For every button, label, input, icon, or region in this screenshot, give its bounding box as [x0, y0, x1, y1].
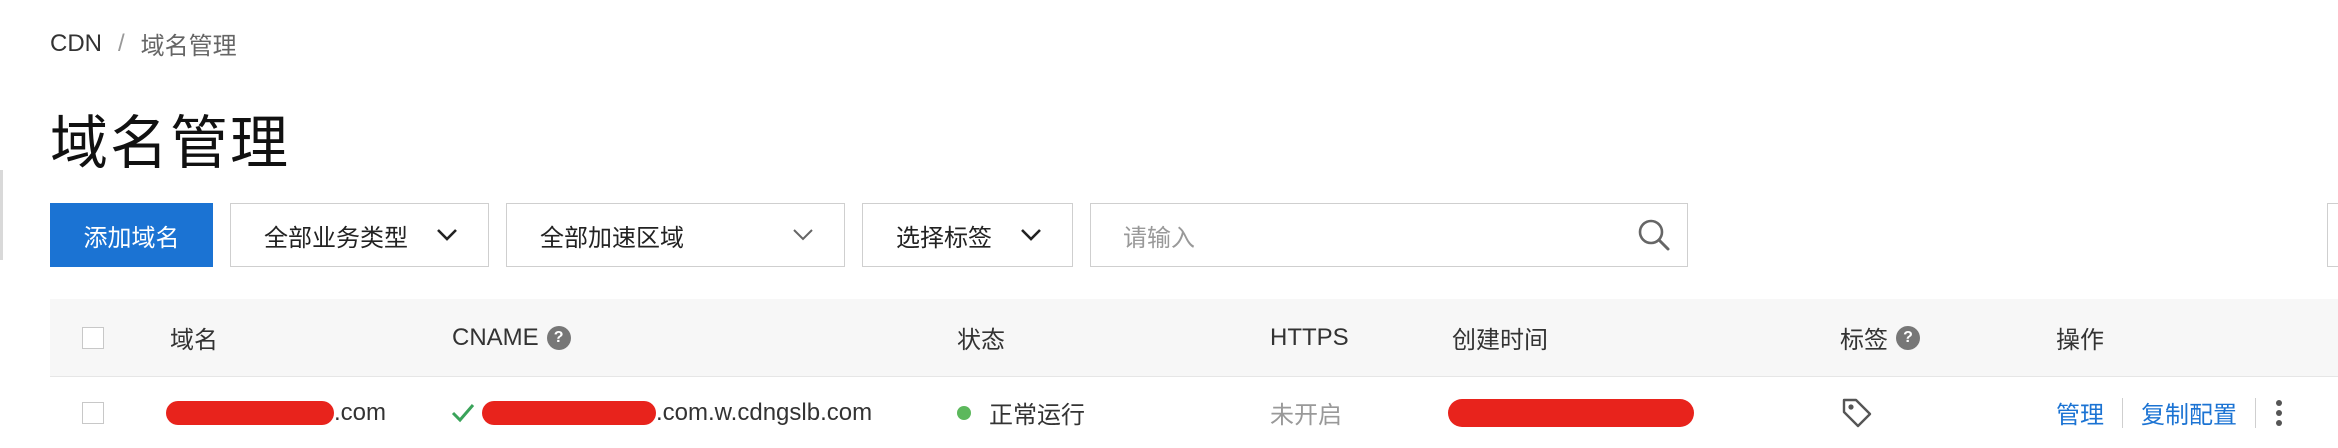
status-text: 正常运行 — [989, 402, 1085, 429]
toolbar: 添加域名 全部业务类型 全部加速区域 选择标签 请输入 — [50, 203, 1688, 267]
manage-link[interactable]: 管理 — [2056, 395, 2104, 430]
chevron-down-icon — [437, 229, 457, 241]
help-icon[interactable]: ? — [1896, 325, 1920, 350]
cname-suffix: .com.w.cdngslb.com — [656, 398, 873, 426]
search-placeholder: 请输入 — [1123, 224, 1195, 252]
status-dot — [957, 405, 971, 420]
created-time-cell — [1448, 377, 1694, 448]
column-cname-label: CNAME — [452, 323, 539, 351]
select-all-checkbox-cell — [82, 299, 104, 376]
business-type-select-value: 全部业务类型 — [264, 224, 408, 252]
row-checkbox-cell — [82, 377, 104, 448]
check-icon — [451, 403, 475, 422]
actions-cell: 管理 复制配置 — [2056, 377, 2284, 448]
column-created-time: 创建时间 — [1452, 327, 1548, 354]
more-vertical-icon[interactable] — [2274, 398, 2284, 428]
redacted-cname — [482, 400, 656, 425]
copy-config-link[interactable]: 复制配置 — [2141, 395, 2237, 430]
https-status: 未开启 — [1270, 402, 1342, 429]
breadcrumb-current: 域名管理 — [140, 33, 237, 60]
tag-select[interactable]: 选择标签 — [862, 203, 1073, 267]
select-all-checkbox[interactable] — [82, 326, 104, 349]
table-header: 域名 CNAME ? 状态 HTTPS 创建时间 标签 ? 操作 — [50, 299, 2338, 377]
column-cname: CNAME ? — [452, 299, 571, 376]
tag-icon[interactable] — [1840, 396, 1874, 430]
add-domain-button[interactable]: 添加域名 — [50, 203, 213, 267]
chevron-down-icon — [793, 229, 813, 241]
column-tags-label: 标签 — [1840, 327, 1888, 354]
redacted-created-time — [1448, 398, 1694, 427]
column-status: 状态 — [957, 327, 1005, 354]
breadcrumb-root[interactable]: CDN — [50, 30, 102, 58]
column-tags: 标签 ? — [1840, 299, 1920, 376]
toolbar-overflow-control[interactable] — [2327, 203, 2338, 267]
action-divider — [2255, 397, 2256, 428]
search-input[interactable]: 请输入 — [1090, 203, 1688, 267]
region-select-value: 全部加速区域 — [540, 224, 684, 252]
redacted-domain — [166, 400, 334, 425]
page-title: 域名管理 — [50, 111, 291, 176]
status-cell: 正常运行 — [957, 377, 1085, 448]
domain-suffix[interactable]: .com — [334, 399, 386, 427]
help-icon[interactable]: ? — [546, 325, 571, 350]
search-icon[interactable] — [1637, 218, 1671, 252]
left-edge-divider — [0, 170, 3, 260]
row-checkbox[interactable] — [82, 401, 104, 424]
column-actions: 操作 — [2056, 327, 2104, 354]
column-domain: 域名 — [170, 327, 218, 354]
domain-cell: .com — [166, 377, 386, 448]
chevron-down-icon — [1021, 229, 1041, 241]
breadcrumb: CDN / 域名管理 — [50, 26, 237, 61]
table-row: .com .com.w.cdngslb.com 正常运行 未开启 管理 复制配置 — [50, 377, 2338, 448]
tags-cell — [1840, 377, 1874, 448]
tag-select-value: 选择标签 — [896, 224, 992, 252]
action-divider — [2122, 397, 2123, 428]
breadcrumb-separator: / — [118, 29, 125, 57]
region-select[interactable]: 全部加速区域 — [506, 203, 845, 267]
cname-cell: .com.w.cdngslb.com — [450, 377, 872, 448]
column-https: HTTPS — [1270, 323, 1349, 351]
business-type-select[interactable]: 全部业务类型 — [230, 203, 489, 267]
